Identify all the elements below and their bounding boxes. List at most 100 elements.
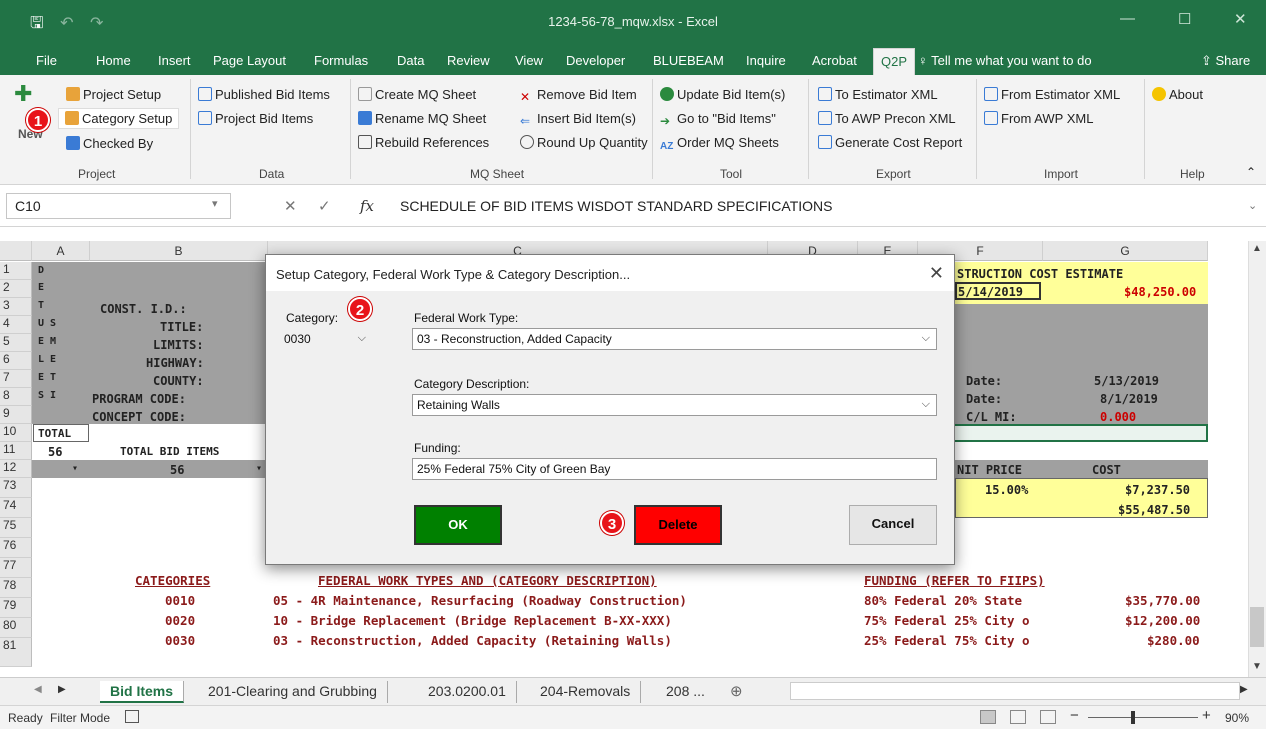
from-awp-xml-button[interactable]: From AWP XML bbox=[984, 111, 1093, 126]
round-up-quantity-button[interactable]: Round Up Quantity bbox=[520, 135, 648, 150]
tab-page-layout[interactable]: Page Layout bbox=[213, 53, 286, 68]
cell-g73[interactable]: $7,237.50 bbox=[1125, 483, 1190, 497]
remove-bid-item-button[interactable]: ✕ Remove Bid Item bbox=[520, 87, 637, 104]
table-row-type[interactable]: 10 - Bridge Replacement (Bridge Replacem… bbox=[273, 613, 672, 628]
filter-dropdown-icon[interactable]: ▾ bbox=[256, 463, 262, 474]
tab-bluebeam[interactable]: BLUEBEAM bbox=[653, 53, 724, 68]
order-mq-sheets-button[interactable]: AZ Order MQ Sheets bbox=[660, 135, 779, 155]
create-mq-sheet-button[interactable]: Create MQ Sheet bbox=[358, 87, 476, 102]
tab-acrobat[interactable]: Acrobat bbox=[812, 53, 857, 68]
table-row-cat[interactable]: 0030 bbox=[165, 633, 195, 648]
tab-formulas[interactable]: Formulas bbox=[314, 53, 368, 68]
rename-mq-sheet-button[interactable]: Rename MQ Sheet bbox=[358, 111, 486, 126]
generate-cost-report-button[interactable]: Generate Cost Report bbox=[818, 135, 962, 150]
row-header[interactable]: 78 bbox=[0, 578, 32, 598]
row-header[interactable]: 9 bbox=[0, 406, 32, 424]
normal-view-icon[interactable] bbox=[980, 710, 996, 724]
row-header[interactable]: 76 bbox=[0, 538, 32, 558]
cancel-icon[interactable]: ✕ bbox=[284, 197, 297, 215]
tell-me-search[interactable]: ♀ Tell me what you want to do bbox=[918, 53, 1092, 68]
page-break-view-icon[interactable] bbox=[1040, 710, 1056, 724]
row-header[interactable]: 2 bbox=[0, 280, 32, 298]
project-setup-button[interactable]: Project Setup bbox=[66, 87, 161, 102]
tab-review[interactable]: Review bbox=[447, 53, 490, 68]
table-row-fund[interactable]: 25% Federal 75% City o bbox=[864, 633, 1030, 648]
cell-a10[interactable]: TOTAL bbox=[38, 427, 71, 440]
tab-insert[interactable]: Insert bbox=[158, 53, 191, 68]
horizontal-scrollbar[interactable] bbox=[790, 682, 1240, 700]
published-bid-items-button[interactable]: Published Bid Items bbox=[198, 87, 330, 102]
to-estimator-xml-button[interactable]: To Estimator XML bbox=[818, 87, 938, 102]
row-header[interactable]: 3 bbox=[0, 298, 32, 316]
next-sheet-icon[interactable]: ▶ bbox=[58, 684, 66, 695]
date-value-1[interactable]: 5/13/2019 bbox=[1094, 374, 1159, 388]
row-header[interactable]: 12 bbox=[0, 460, 32, 478]
collapse-ribbon-icon[interactable]: ⌃ bbox=[1246, 165, 1256, 179]
cancel-button[interactable]: Cancel bbox=[849, 505, 937, 545]
scrollbar-thumb[interactable] bbox=[1250, 607, 1264, 647]
add-sheet-icon[interactable]: ⊕ bbox=[730, 682, 743, 700]
share-button[interactable]: ⇪ Share bbox=[1201, 53, 1250, 69]
name-box-dropdown-icon[interactable]: ▾ bbox=[212, 197, 218, 210]
cell-b12[interactable]: 56 bbox=[170, 463, 184, 477]
row-header[interactable]: 75 bbox=[0, 518, 32, 538]
table-row-cat[interactable]: 0020 bbox=[165, 613, 195, 628]
tab-home[interactable]: Home bbox=[96, 53, 131, 68]
table-row-fund[interactable]: 75% Federal 25% City o bbox=[864, 613, 1030, 628]
column-header-a[interactable]: A bbox=[32, 241, 90, 261]
filter-icon[interactable]: ▾ bbox=[72, 463, 78, 474]
sheet-tab-203[interactable]: 203.0200.01 bbox=[418, 681, 517, 703]
scroll-down-icon[interactable]: ▼ bbox=[1252, 661, 1262, 672]
category-description-select[interactable]: Retaining Walls ⌵ bbox=[412, 394, 937, 416]
close-window-icon[interactable]: ✕ bbox=[1234, 10, 1247, 28]
row-header[interactable]: 4 bbox=[0, 316, 32, 334]
tab-view[interactable]: View bbox=[515, 53, 543, 68]
cell-g74[interactable]: $55,487.50 bbox=[1118, 503, 1190, 517]
cell-g2[interactable]: $48,250.00 bbox=[1124, 285, 1196, 299]
zoom-out-icon[interactable]: − bbox=[1070, 707, 1079, 724]
sheet-tab-clearing[interactable]: 201-Clearing and Grubbing bbox=[198, 681, 388, 703]
cell-b11[interactable]: TOTAL BID ITEMS bbox=[120, 445, 219, 458]
enter-icon[interactable]: ✓ bbox=[318, 197, 331, 215]
column-header-g[interactable]: G bbox=[1043, 241, 1208, 261]
row-header[interactable]: 1 bbox=[0, 262, 32, 280]
sheet-tab-more[interactable]: 208 ... bbox=[656, 681, 715, 703]
table-row-amount[interactable]: $35,770.00 bbox=[1125, 593, 1200, 608]
row-header[interactable]: 8 bbox=[0, 388, 32, 406]
delete-button[interactable]: Delete bbox=[634, 505, 722, 545]
name-box[interactable]: C10 bbox=[6, 193, 231, 219]
formula-input[interactable]: SCHEDULE OF BID ITEMS WISDOT STANDARD SP… bbox=[400, 198, 833, 214]
table-row-cat[interactable]: 0010 bbox=[165, 593, 195, 608]
row-header[interactable]: 77 bbox=[0, 558, 32, 578]
sheet-tab-removals[interactable]: 204-Removals bbox=[530, 681, 642, 703]
go-to-bid-items-button[interactable]: ➔ Go to "Bid Items" bbox=[660, 111, 776, 128]
row-header[interactable]: 10 bbox=[0, 424, 32, 442]
cell-f73[interactable]: 15.00% bbox=[985, 483, 1028, 497]
table-row-amount[interactable]: $12,200.00 bbox=[1125, 613, 1200, 628]
date-value-2[interactable]: 8/1/2019 bbox=[1100, 392, 1158, 406]
update-bid-items-button[interactable]: Update Bid Item(s) bbox=[660, 87, 785, 102]
row-header[interactable]: 81 bbox=[0, 638, 32, 667]
project-bid-items-button[interactable]: Project Bid Items bbox=[198, 111, 313, 126]
category-select[interactable]: 0030 ⌵ bbox=[280, 329, 372, 351]
row-header[interactable]: 74 bbox=[0, 498, 32, 518]
scroll-right-icon[interactable]: ▶ bbox=[1240, 684, 1248, 695]
table-row-fund[interactable]: 80% Federal 20% State bbox=[864, 593, 1022, 608]
minimize-icon[interactable]: — bbox=[1120, 10, 1135, 27]
table-row-type[interactable]: 05 - 4R Maintenance, Resurfacing (Roadwa… bbox=[273, 593, 687, 608]
zoom-slider[interactable] bbox=[1088, 717, 1198, 718]
close-icon[interactable]: ✕ bbox=[929, 263, 944, 284]
expand-formula-icon[interactable]: ⌄ bbox=[1248, 199, 1257, 212]
tab-developer[interactable]: Developer bbox=[566, 53, 625, 68]
zoom-slider-thumb[interactable] bbox=[1131, 711, 1135, 724]
insert-function-icon[interactable]: fx bbox=[360, 197, 374, 215]
cl-value[interactable]: 0.000 bbox=[1100, 410, 1136, 424]
from-estimator-xml-button[interactable]: From Estimator XML bbox=[984, 87, 1120, 102]
row-header[interactable]: 6 bbox=[0, 352, 32, 370]
about-button[interactable]: About bbox=[1152, 87, 1203, 102]
table-row-amount[interactable]: $280.00 bbox=[1147, 633, 1200, 648]
funding-input[interactable]: 25% Federal 75% City of Green Bay bbox=[412, 458, 937, 480]
tab-q2p[interactable]: Q2P bbox=[873, 48, 916, 75]
cell-a11[interactable]: 56 bbox=[48, 445, 62, 459]
tab-inquire[interactable]: Inquire bbox=[746, 53, 786, 68]
